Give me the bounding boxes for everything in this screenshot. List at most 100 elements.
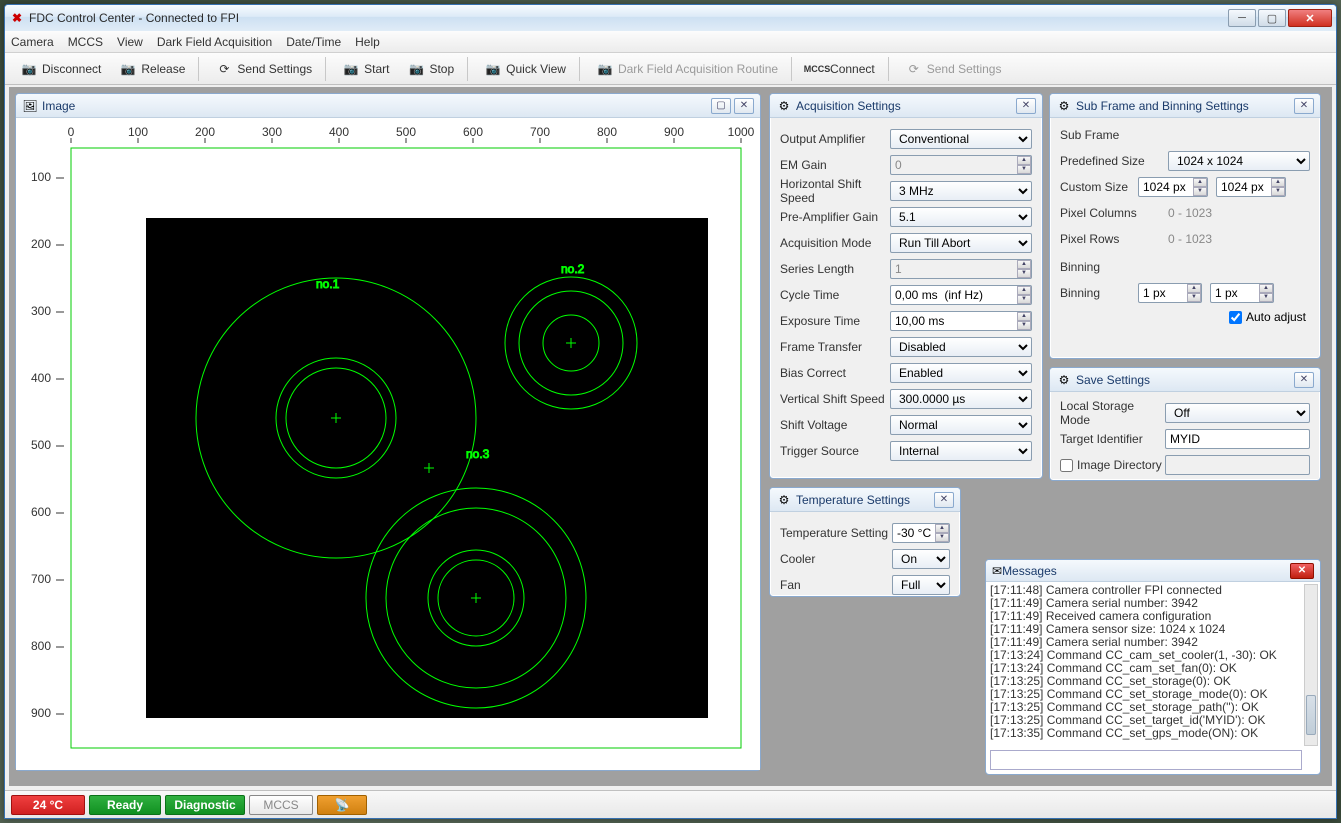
series-input <box>890 259 1032 279</box>
camera-icon: 📷 <box>20 61 38 77</box>
start-button[interactable]: 📷Start <box>333 58 398 80</box>
svg-text:500: 500 <box>396 125 416 139</box>
menu-datetime[interactable]: Date/Time <box>286 35 341 49</box>
send-settings2-button: ⟳Send Settings <box>896 58 1011 80</box>
label-predef: Predefined Size <box>1060 154 1168 168</box>
save-close-button[interactable]: ✕ <box>1294 372 1314 388</box>
disconnect-button[interactable]: 📷Disconnect <box>11 58 110 80</box>
menu-camera[interactable]: Camera <box>11 35 54 49</box>
messages-scrollbar[interactable] <box>1304 584 1318 746</box>
messages-input[interactable] <box>990 750 1302 770</box>
window-title: FDC Control Center - Connected to FPI <box>29 11 1228 25</box>
target-input[interactable] <box>1165 429 1310 449</box>
toolbar: 📷Disconnect 📷Release ⟳Send Settings 📷Sta… <box>5 53 1336 85</box>
quickview-button[interactable]: 📷Quick View <box>475 58 575 80</box>
cooler-select[interactable]: On <box>892 549 950 569</box>
fan-select[interactable]: Full <box>892 575 950 595</box>
app-icon: ✖ <box>9 10 25 26</box>
workarea: 🖼 Image ▢ ✕ 0100200300400500600700800900… <box>9 87 1332 786</box>
release-button[interactable]: 📷Release <box>110 58 194 80</box>
image-close-button[interactable]: ✕ <box>734 98 754 114</box>
auto-adjust-checkbox[interactable] <box>1229 311 1242 324</box>
camera-icon: 📷 <box>596 61 614 77</box>
shiftv-select[interactable]: Normal <box>890 415 1032 435</box>
save-title: Save Settings <box>1076 373 1291 387</box>
close-button[interactable]: ✕ <box>1288 9 1332 27</box>
maximize-button[interactable]: ▢ <box>1258 9 1286 27</box>
gear-icon: ⚙ <box>1056 372 1072 388</box>
mode-select[interactable]: Run Till Abort <box>890 233 1032 253</box>
svg-text:0: 0 <box>68 125 75 139</box>
svg-text:300: 300 <box>31 304 51 318</box>
preamp-select[interactable]: 5.1 <box>890 207 1032 227</box>
label-cooler: Cooler <box>780 552 892 566</box>
bias-select[interactable]: Enabled <box>890 363 1032 383</box>
gear-icon: ⚙ <box>776 492 792 508</box>
label-storage: Local Storage Mode <box>1060 399 1165 427</box>
cycle-input[interactable] <box>890 285 1032 305</box>
message-icon: ✉ <box>992 564 1002 578</box>
send-settings-button[interactable]: ⟳Send Settings <box>206 58 321 80</box>
menu-view[interactable]: View <box>117 35 143 49</box>
svg-text:400: 400 <box>329 125 349 139</box>
subframe-title: Sub Frame and Binning Settings <box>1076 99 1291 113</box>
label-trigger: Trigger Source <box>780 444 890 458</box>
vss-select[interactable]: 300.0000 µs <box>890 389 1032 409</box>
messages-close-button[interactable]: ✕ <box>1290 563 1314 579</box>
svg-text:900: 900 <box>31 706 51 720</box>
image-panel: 🖼 Image ▢ ✕ 0100200300400500600700800900… <box>15 93 761 771</box>
imgdir-checkbox[interactable] <box>1060 459 1073 472</box>
menu-mccs[interactable]: MCCS <box>68 35 103 49</box>
status-satellite[interactable]: 📡 <box>317 795 367 815</box>
status-temp[interactable]: 24 °C <box>11 795 85 815</box>
svg-text:600: 600 <box>31 505 51 519</box>
label-tempset: Temperature Setting <box>780 526 892 540</box>
svg-text:900: 900 <box>664 125 684 139</box>
acquisition-panel: ⚙ Acquisition Settings ✕ Output Amplifie… <box>769 93 1043 479</box>
label-output-amplifier: Output Amplifier <box>780 132 890 146</box>
stop-button[interactable]: 📷Stop <box>398 58 463 80</box>
image-canvas[interactable]: 01002003004005006007008009001000 1002003… <box>16 118 760 768</box>
hss-select[interactable]: 3 MHz <box>890 181 1032 201</box>
svg-text:700: 700 <box>530 125 550 139</box>
svg-text:500: 500 <box>31 438 51 452</box>
menubar: Camera MCCS View Dark Field Acquisition … <box>5 31 1336 53</box>
label-em-gain: EM Gain <box>780 158 890 172</box>
binning-heading: Binning <box>1060 260 1310 274</box>
acq-close-button[interactable]: ✕ <box>1016 98 1036 114</box>
gear-icon: ⚙ <box>1056 98 1072 114</box>
svg-text:no.2: no.2 <box>561 262 585 276</box>
eye-icon: 📷 <box>484 61 502 77</box>
output-amplifier-select[interactable]: Conventional <box>890 129 1032 149</box>
status-diag[interactable]: Diagnostic <box>165 795 245 815</box>
minimize-button[interactable]: ─ <box>1228 9 1256 27</box>
temperature-panel: ⚙ Temperature Settings ✕ Temperature Set… <box>769 487 961 597</box>
exposure-input[interactable] <box>890 311 1032 331</box>
image-restore-button[interactable]: ▢ <box>711 98 731 114</box>
temp-close-button[interactable]: ✕ <box>934 492 954 508</box>
status-mccs[interactable]: MCCS <box>249 795 313 815</box>
em-gain-input <box>890 155 1032 175</box>
messages-list[interactable]: [17:11:48] Camera controller FPI connect… <box>986 582 1320 742</box>
label-preamp: Pre-Amplifier Gain <box>780 210 890 224</box>
messages-title: Messages <box>1002 564 1290 578</box>
dfa-routine-button: 📷Dark Field Acquisition Routine <box>587 58 787 80</box>
save-panel: ⚙ Save Settings ✕ Local Storage ModeOff … <box>1049 367 1321 481</box>
menu-dfa[interactable]: Dark Field Acquisition <box>157 35 272 49</box>
menu-help[interactable]: Help <box>355 35 380 49</box>
frame-select[interactable]: Disabled <box>890 337 1032 357</box>
subframe-close-button[interactable]: ✕ <box>1294 98 1314 114</box>
status-ready[interactable]: Ready <box>89 795 161 815</box>
trigger-select[interactable]: Internal <box>890 441 1032 461</box>
titlebar: ✖ FDC Control Center - Connected to FPI … <box>5 5 1336 31</box>
predef-select[interactable]: 1024 x 1024 <box>1168 151 1310 171</box>
acq-title: Acquisition Settings <box>796 99 1013 113</box>
connect-button[interactable]: MCCSConnect <box>799 58 884 80</box>
svg-text:no.3: no.3 <box>466 447 490 461</box>
label-imgdir: Image Directory <box>1077 458 1165 472</box>
label-hss: Horizontal Shift Speed <box>780 177 890 205</box>
subframe-heading: Sub Frame <box>1060 128 1310 142</box>
svg-text:200: 200 <box>31 237 51 251</box>
storage-select[interactable]: Off <box>1165 403 1310 423</box>
svg-text:800: 800 <box>597 125 617 139</box>
